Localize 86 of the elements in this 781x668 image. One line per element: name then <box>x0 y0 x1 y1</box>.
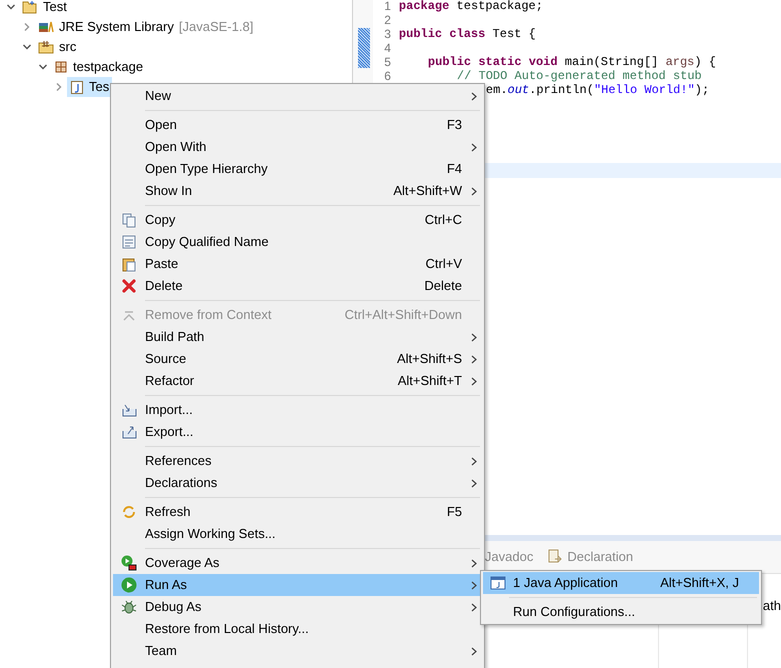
library-version: [JavaSE-1.8] <box>178 18 254 36</box>
line-number: 4 <box>383 41 392 55</box>
tree-item[interactable]: testpackage <box>51 57 146 77</box>
tree-item[interactable]: src <box>35 37 80 57</box>
menu-item[interactable]: Copy Ctrl+C <box>113 209 482 231</box>
code-token: "Hello World!" <box>594 83 695 97</box>
bug-icon <box>121 599 137 615</box>
code-token: ) { <box>694 55 716 69</box>
code-token: public class <box>398 27 486 41</box>
run-icon <box>121 577 137 593</box>
menu-item[interactable]: Open Type Hierarchy F4 <box>113 158 482 180</box>
package-icon <box>54 60 68 74</box>
menu-item[interactable]: Copy Qualified Name <box>113 231 482 253</box>
menu-item[interactable]: Paste Ctrl+V <box>113 253 482 275</box>
java-application-icon <box>490 576 506 590</box>
library-books-icon <box>38 20 54 34</box>
code-token: out <box>508 83 530 97</box>
menu-item[interactable]: Declarations <box>113 472 482 494</box>
project-folder-icon <box>22 0 38 14</box>
menu-item[interactable]: Build Path <box>113 326 482 348</box>
line-number: 6 <box>383 69 392 83</box>
expanded-chevron-icon[interactable] <box>38 62 48 72</box>
menu-item[interactable]: References <box>113 450 482 472</box>
menu-item[interactable]: 1 Java Application Alt+Shift+X, J <box>483 572 759 594</box>
shortcut-label: F4 <box>446 160 462 178</box>
copy-document-icon <box>122 235 136 249</box>
menu-item[interactable]: Open F3 <box>113 114 482 136</box>
shortcut-label: Ctrl+Alt+Shift+Down <box>344 306 462 324</box>
menu-item[interactable]: Coverage As <box>113 552 482 574</box>
source-folder-icon <box>38 40 54 54</box>
declaration-icon <box>547 549 564 565</box>
coverage-icon <box>121 555 137 571</box>
menu-item[interactable]: Open With <box>113 136 482 158</box>
menu-item[interactable]: Assign Working Sets... <box>113 523 482 545</box>
menu-item[interactable]: Import... <box>113 399 482 421</box>
java-file-icon <box>70 80 84 94</box>
copy-icon <box>122 212 136 228</box>
refresh-icon <box>122 505 136 519</box>
shortcut-label: Ctrl+V <box>426 255 462 274</box>
collapsed-chevron-icon[interactable] <box>22 22 32 32</box>
code-token: testpackage; <box>456 0 543 13</box>
tree-item[interactable]: JRE System Library [JavaSE-1.8] <box>35 17 256 37</box>
tree-item[interactable]: Test <box>19 0 70 17</box>
line-number: 1 <box>383 0 392 13</box>
code-token: args <box>666 55 694 69</box>
code-token: package <box>398 0 450 13</box>
expanded-chevron-icon[interactable] <box>6 2 16 12</box>
shortcut-label: Alt+Shift+W <box>393 182 462 200</box>
code-token: ); <box>694 83 710 97</box>
code-token: em. <box>486 83 508 97</box>
line-number: 5 <box>383 55 392 69</box>
menu-item[interactable]: Show In Alt+Shift+W <box>113 180 482 202</box>
shortcut-label: Ctrl+C <box>424 211 462 230</box>
menu-item[interactable]: New <box>113 85 482 107</box>
shortcut-label: F5 <box>446 503 462 522</box>
code-token: public static void <box>428 55 558 69</box>
menu-item[interactable]: Source Alt+Shift+S <box>113 348 482 370</box>
code-token: Test { <box>492 27 536 41</box>
menu-item[interactable]: Run Configurations... <box>483 601 759 623</box>
tree-item[interactable]: Tes <box>67 77 112 97</box>
change-marker-icon <box>358 28 370 68</box>
delete-icon <box>122 279 136 293</box>
menu-item[interactable]: Run As <box>113 574 482 596</box>
code-token: .println( <box>529 83 594 97</box>
export-icon <box>122 425 136 439</box>
collapsed-chevron-icon[interactable] <box>54 82 64 92</box>
menu-item[interactable]: Refresh F5 <box>113 501 482 523</box>
shortcut-label: Alt+Shift+T <box>398 372 462 390</box>
menu-item[interactable]: Export... <box>113 421 482 443</box>
paste-clipboard-icon <box>122 256 136 272</box>
shortcut-label: Delete <box>424 277 462 296</box>
menu-item[interactable]: Restore from Local History... <box>113 618 482 640</box>
code-token: // TODO Auto-generated method stub <box>456 69 702 83</box>
menu-item[interactable]: Team <box>113 640 482 662</box>
shortcut-label: F3 <box>446 116 462 134</box>
import-icon <box>122 403 136 417</box>
menu-item[interactable]: Debug As <box>113 596 482 618</box>
line-number: 3 <box>383 27 392 41</box>
code-token: main(String[] <box>564 55 660 69</box>
line-number: 2 <box>383 13 392 27</box>
shortcut-label: Alt+Shift+S <box>396 350 462 368</box>
shortcut-label: Alt+Shift+X, J <box>660 574 739 592</box>
expanded-chevron-icon[interactable] <box>22 42 32 52</box>
menu-item[interactable]: Delete Delete <box>113 275 482 297</box>
menu-item[interactable]: Refactor Alt+Shift+T <box>113 370 482 392</box>
column-header: ath <box>762 598 781 613</box>
